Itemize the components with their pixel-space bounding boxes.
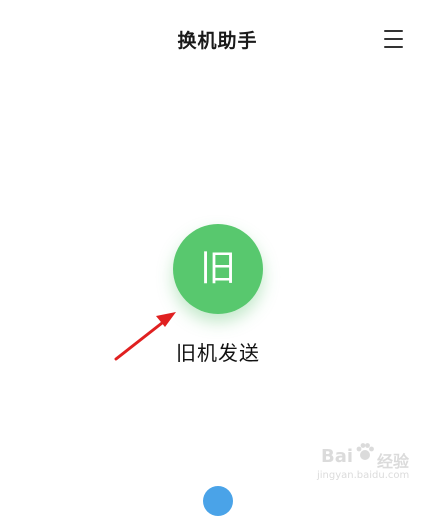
watermark-brand: Bai — [321, 446, 354, 467]
old-phone-send-button[interactable]: 旧 — [173, 224, 263, 314]
app-header: 换机助手 — [0, 0, 435, 78]
paw-icon — [356, 443, 374, 460]
baidu-jingyan-watermark: Bai 经验 jingyan.baidu.com — [315, 440, 415, 484]
bottom-hint-circle — [203, 486, 233, 516]
old-phone-send-label[interactable]: 旧机发送 — [160, 337, 276, 366]
old-phone-icon: 旧 — [199, 248, 236, 289]
watermark-suffix: 经验 — [377, 452, 410, 471]
hamburger-menu-icon[interactable] — [378, 26, 408, 52]
page-title: 换机助手 — [177, 30, 258, 52]
watermark-url: jingyan.baidu.com — [317, 470, 410, 481]
